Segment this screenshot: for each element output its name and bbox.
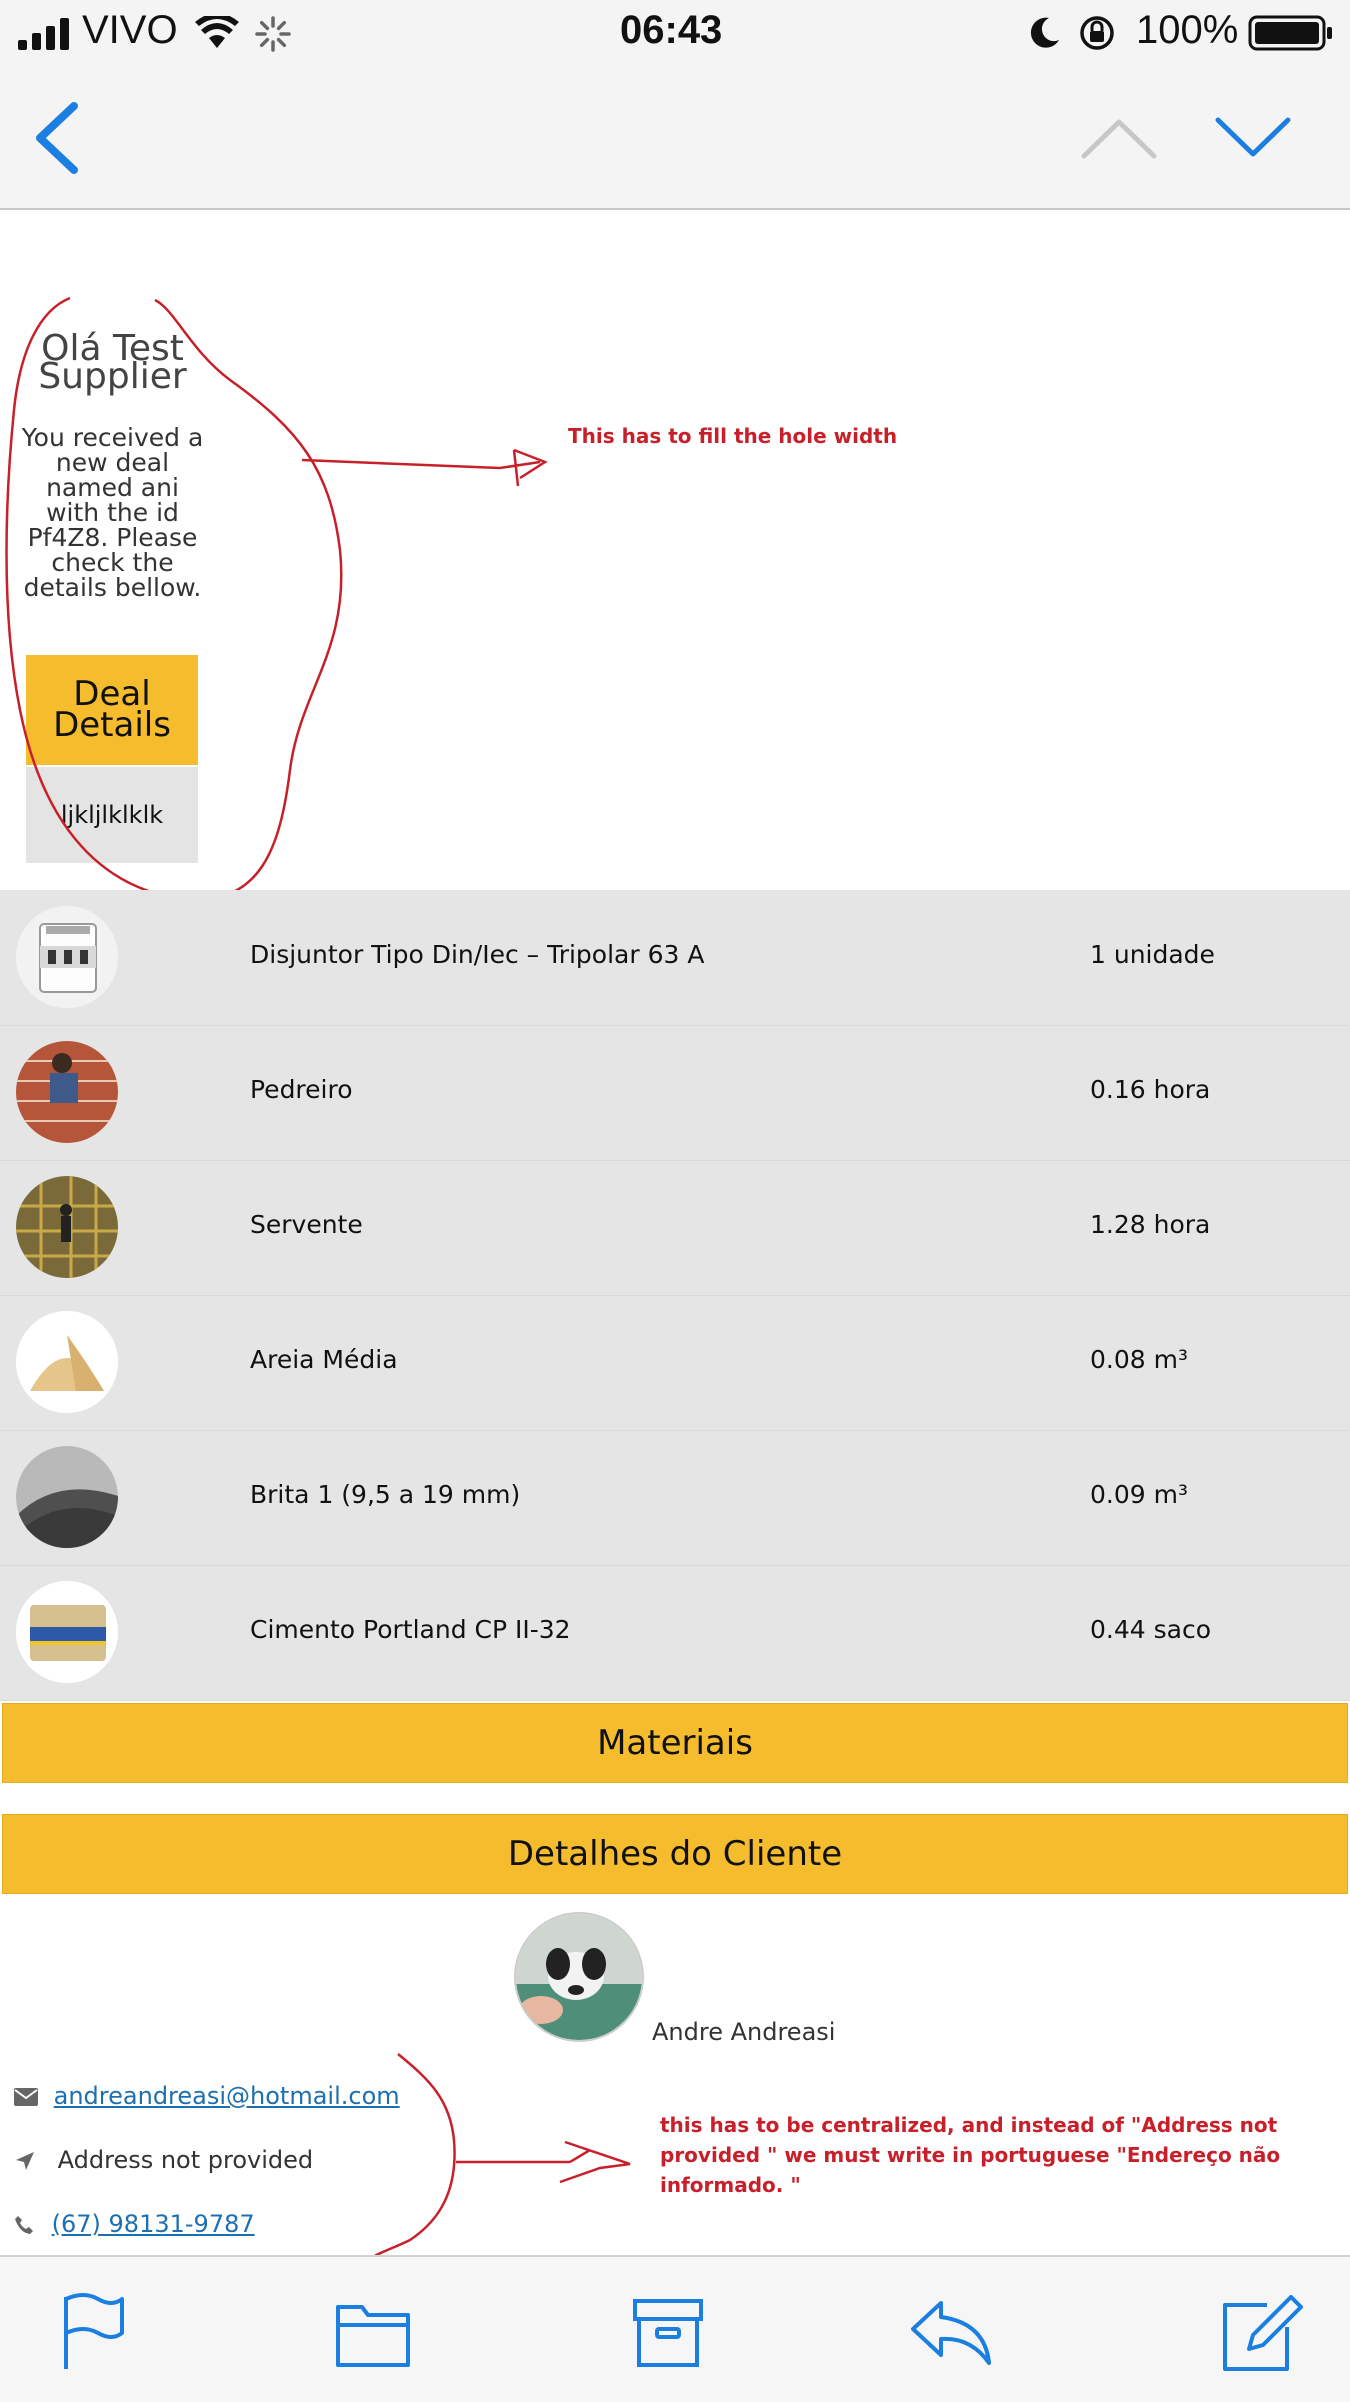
chevron-left-icon bbox=[36, 102, 78, 174]
compose-button[interactable] bbox=[1215, 2287, 1305, 2377]
clock: 06:43 bbox=[620, 8, 723, 52]
compose-icon bbox=[1223, 2295, 1303, 2371]
signal-icon bbox=[18, 18, 69, 50]
material-name: Brita 1 (9,5 a 19 mm) bbox=[250, 1480, 521, 1509]
client-email-link[interactable]: andreandreasi@hotmail.com bbox=[54, 2082, 400, 2110]
material-quantity: 1 unidade bbox=[1090, 940, 1215, 969]
annotation-scribble-top bbox=[5, 296, 548, 902]
next-message-button[interactable] bbox=[1210, 108, 1296, 168]
list-item: Cimento Portland CP II-32 0.44 saco bbox=[0, 1565, 1350, 1701]
folder-icon bbox=[336, 2305, 410, 2367]
mail-navigation-bar bbox=[0, 68, 1350, 210]
location-arrow-icon bbox=[16, 2152, 34, 2170]
archive-button[interactable] bbox=[623, 2287, 713, 2377]
gravel-thumbnail bbox=[16, 1446, 118, 1548]
client-address-row: Address not provided bbox=[14, 2146, 313, 2174]
cement-bag-thumbnail bbox=[16, 1581, 118, 1683]
reply-button[interactable] bbox=[905, 2287, 995, 2377]
material-name: Pedreiro bbox=[250, 1075, 353, 1104]
client-address: Address not provided bbox=[57, 2146, 314, 2174]
material-name: Servente bbox=[250, 1210, 363, 1239]
battery-icon bbox=[1248, 15, 1332, 51]
material-quantity: 1.28 hora bbox=[1090, 1210, 1211, 1239]
material-name: Cimento Portland CP II-32 bbox=[250, 1615, 571, 1644]
move-to-folder-button[interactable] bbox=[328, 2287, 418, 2377]
annotation-note-bottom: this has to be centralized, and instead … bbox=[660, 2113, 1281, 2197]
loading-spinner-icon bbox=[255, 16, 291, 52]
client-phone-link[interactable]: (67) 98131-9787 bbox=[52, 2210, 255, 2238]
materials-section-header: Materiais bbox=[2, 1703, 1348, 1783]
breaker-thumbnail bbox=[16, 906, 118, 1008]
material-quantity: 0.44 saco bbox=[1090, 1615, 1211, 1644]
client-name: Andre Andreasi bbox=[652, 2018, 836, 2046]
reply-icon bbox=[911, 2301, 991, 2365]
chevron-down-icon bbox=[1215, 117, 1291, 157]
materials-list: Disjuntor Tipo Din/Iec – Tripolar 63 A 1… bbox=[0, 890, 1350, 1701]
list-item: Pedreiro 0.16 hora bbox=[0, 1025, 1350, 1161]
previous-message-button[interactable] bbox=[1076, 108, 1162, 168]
client-phone-row: (67) 98131-9787 bbox=[14, 2210, 255, 2238]
flag-button[interactable] bbox=[48, 2287, 138, 2377]
rotation-lock-icon bbox=[1080, 16, 1114, 50]
material-name: Disjuntor Tipo Din/Iec – Tripolar 63 A bbox=[250, 940, 705, 969]
list-item: Servente 1.28 hora bbox=[0, 1160, 1350, 1296]
moon-icon bbox=[1030, 17, 1059, 48]
list-item: Areia Média 0.08 m³ bbox=[0, 1295, 1350, 1431]
phone-icon bbox=[15, 2216, 33, 2234]
bricklayer-thumbnail bbox=[16, 1041, 118, 1143]
material-quantity: 0.16 hora bbox=[1090, 1075, 1211, 1104]
client-details-header: Detalhes do Cliente bbox=[2, 1814, 1348, 1894]
carrier-label: VIVO bbox=[82, 8, 178, 52]
annotation-scribble-bottom bbox=[362, 2053, 631, 2266]
avatar bbox=[514, 1912, 644, 2042]
envelope-icon bbox=[14, 2088, 38, 2106]
material-quantity: 0.08 m³ bbox=[1090, 1345, 1188, 1374]
battery-percent: 100% bbox=[1136, 8, 1239, 52]
laborer-thumbnail bbox=[16, 1176, 118, 1278]
flag-icon bbox=[64, 2293, 124, 2369]
back-button[interactable] bbox=[22, 98, 92, 178]
archive-icon bbox=[633, 2299, 703, 2367]
annotation-note-top: This has to fill the hole width bbox=[568, 424, 898, 448]
list-item: Brita 1 (9,5 a 19 mm) 0.09 m³ bbox=[0, 1430, 1350, 1566]
client-email-row: andreandreasi@hotmail.com bbox=[14, 2082, 400, 2110]
material-name: Areia Média bbox=[250, 1345, 398, 1374]
chevron-up-icon bbox=[1081, 119, 1157, 159]
mail-toolbar bbox=[0, 2255, 1350, 2402]
wifi-icon bbox=[195, 16, 239, 48]
list-item: Disjuntor Tipo Din/Iec – Tripolar 63 A 1… bbox=[0, 890, 1350, 1026]
material-quantity: 0.09 m³ bbox=[1090, 1480, 1188, 1509]
sand-thumbnail bbox=[16, 1311, 118, 1413]
status-bar: VIVO 06:43 100% bbox=[0, 0, 1350, 68]
